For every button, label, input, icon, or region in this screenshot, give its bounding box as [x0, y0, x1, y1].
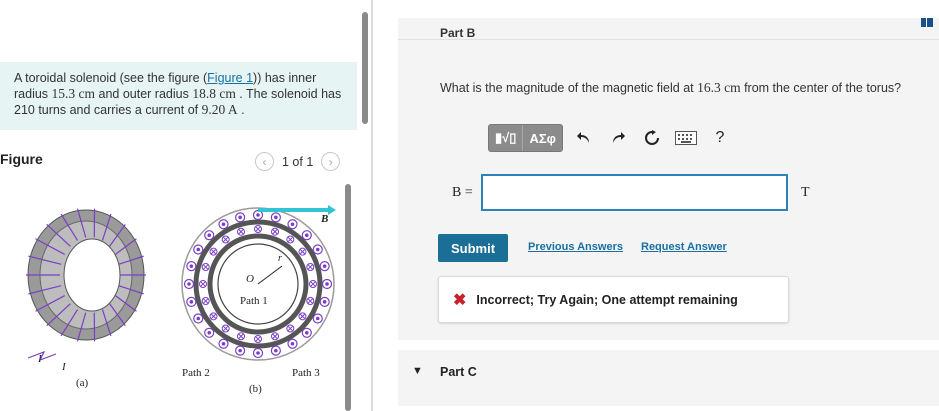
dot-center: [196, 247, 201, 252]
dot-center: [196, 316, 201, 321]
greek-label: ΑΣφ: [529, 130, 556, 146]
current-label-2: I: [61, 361, 67, 373]
problem-text-3: and outer radius: [95, 87, 193, 101]
dot-center: [207, 330, 212, 335]
main-scrollbar[interactable]: [362, 12, 368, 124]
path-3-label: Path 3: [292, 367, 320, 379]
book-icon[interactable]: [921, 18, 933, 27]
keyboard-icon: [674, 131, 697, 145]
feedback-box: ✖ Incorrect; Try Again; One attempt rema…: [438, 276, 789, 323]
question-distance: 16.3 cm: [697, 80, 741, 95]
help-button[interactable]: ?: [707, 125, 733, 151]
answer-unit: T: [801, 185, 810, 200]
error-x-icon: ✖: [453, 291, 467, 309]
reset-button[interactable]: [639, 125, 665, 151]
keyboard-button[interactable]: [673, 125, 699, 151]
chevron-left-icon: ‹: [262, 154, 267, 169]
dot-center: [315, 316, 320, 321]
part-c-header[interactable]: ▼ Part C: [398, 350, 939, 406]
column-divider: [371, 0, 373, 411]
dot-center: [187, 282, 191, 286]
figure-link[interactable]: Figure 1: [207, 71, 253, 85]
inner-radius-value: 15.3 cm: [51, 86, 96, 101]
submit-button[interactable]: Submit: [438, 234, 508, 262]
undo-icon: [576, 132, 589, 143]
dot-center: [221, 341, 226, 346]
undo-button[interactable]: [571, 125, 597, 151]
part-c-label: Part C: [440, 365, 477, 379]
part-b-header[interactable]: Part B: [398, 18, 939, 40]
toroid-figure: I I (a) O r B Path 1 Path 2 Path 3 (b): [26, 205, 336, 395]
dot-center: [221, 222, 226, 227]
label-b: (b): [249, 383, 262, 395]
math-button-group: ▮√▯ ΑΣφ: [488, 124, 563, 152]
dot-center: [290, 222, 295, 227]
template-button[interactable]: ▮√▯: [489, 125, 524, 151]
path-2-label: Path 2: [182, 367, 210, 379]
dot-center: [325, 282, 329, 286]
question-part-1: What is the magnitude of the magnetic fi…: [440, 81, 698, 95]
redo-icon: [612, 132, 625, 143]
dot-center: [256, 213, 260, 217]
answer-input[interactable]: [481, 174, 788, 211]
request-answer-link[interactable]: Request Answer: [641, 241, 727, 253]
previous-answers-link[interactable]: Previous Answers: [528, 241, 623, 253]
dot-center: [274, 215, 278, 220]
math-toolbar: ▮√▯ ΑΣφ ?: [488, 122, 788, 154]
previous-figure-button[interactable]: ‹: [255, 152, 274, 171]
question-part-2: from the center of the torus?: [740, 81, 902, 95]
figure-scrollbar[interactable]: [345, 184, 351, 411]
pager-count: 1 of 1: [282, 154, 314, 169]
part-b-label: Part B: [440, 26, 476, 40]
chevron-right-icon: ›: [328, 154, 333, 169]
caret-down-icon: ▼: [412, 365, 423, 377]
problem-text-1: A toroidal solenoid (see the figure (: [14, 71, 208, 85]
dot-center: [256, 351, 260, 355]
redo-button[interactable]: [605, 125, 631, 151]
dot-center: [322, 264, 327, 268]
dot-center: [207, 233, 212, 238]
feedback-message: Incorrect; Try Again; One attempt remain…: [476, 292, 738, 307]
dot-center: [189, 300, 194, 304]
dot-center: [304, 233, 309, 238]
next-figure-button[interactable]: ›: [321, 152, 341, 171]
path-1-label: Path 1: [240, 295, 268, 307]
figure-image: I I (a) O r B Path 1 Path 2 Path 3 (b): [0, 180, 360, 411]
reset-icon: [644, 130, 659, 145]
current-value: 9.20 A: [201, 102, 238, 117]
field-label-b: B: [320, 213, 328, 225]
help-label: ?: [715, 129, 725, 146]
problem-statement: A toroidal solenoid (see the figure (Fig…: [0, 62, 357, 130]
outer-radius-value: 18.8 cm: [192, 86, 236, 101]
answer-label: B =: [452, 185, 473, 200]
radius-label-r: r: [278, 253, 282, 264]
label-a: (a): [76, 377, 89, 389]
dot-center: [315, 247, 320, 252]
problem-text-5: .: [237, 103, 245, 117]
dot-center: [238, 348, 242, 353]
dot-center: [238, 215, 242, 220]
center-label-o: O: [246, 273, 254, 285]
question-text: What is the magnitude of the magnetic fi…: [440, 80, 901, 96]
dot-center: [322, 300, 327, 304]
toroid-b-drawing: [181, 205, 336, 361]
toroid-a-drawing: [26, 208, 146, 362]
dot-center: [290, 341, 295, 346]
greek-symbols-button[interactable]: ΑΣφ: [523, 125, 562, 151]
dot-center: [304, 330, 309, 335]
dot-center: [189, 264, 194, 268]
figure-pager: ‹ 1 of 1 ›: [255, 152, 341, 171]
figure-heading: Figure: [0, 151, 43, 167]
radical-icon: ▮√▯: [495, 130, 517, 145]
dot-center: [274, 348, 278, 353]
